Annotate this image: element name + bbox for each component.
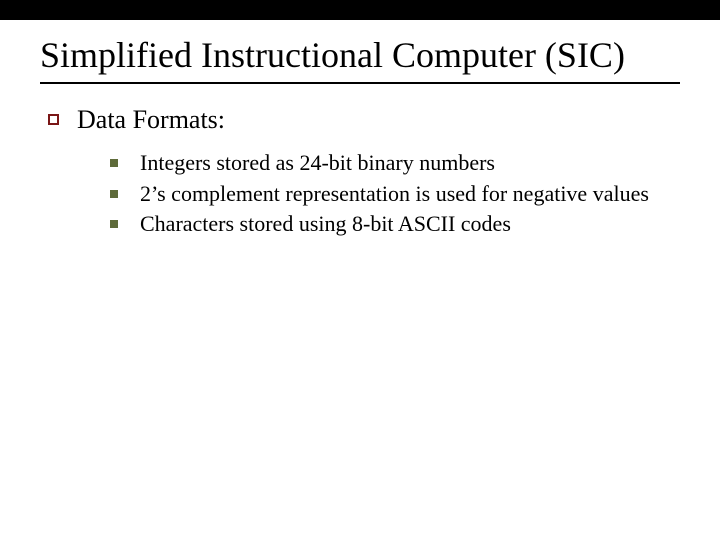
section-row: Data Formats:: [48, 104, 680, 137]
top-bar: [0, 0, 720, 20]
slide-title: Simplified Instructional Computer (SIC): [40, 34, 680, 76]
solid-square-bullet-icon: [110, 159, 118, 167]
list-item-text: Integers stored as 24-bit binary numbers: [140, 149, 495, 178]
bullet-list: Integers stored as 24-bit binary numbers…: [110, 149, 680, 239]
list-item: Characters stored using 8-bit ASCII code…: [110, 210, 680, 239]
title-underline: [40, 82, 680, 84]
list-item: Integers stored as 24-bit binary numbers: [110, 149, 680, 178]
solid-square-bullet-icon: [110, 190, 118, 198]
list-item-text: Characters stored using 8-bit ASCII code…: [140, 210, 511, 239]
section-heading: Data Formats:: [77, 104, 225, 137]
slide: Simplified Instructional Computer (SIC) …: [0, 0, 720, 540]
hollow-square-bullet-icon: [48, 114, 59, 125]
list-item: 2’s complement representation is used fo…: [110, 180, 680, 209]
solid-square-bullet-icon: [110, 220, 118, 228]
list-item-text: 2’s complement representation is used fo…: [140, 180, 649, 209]
